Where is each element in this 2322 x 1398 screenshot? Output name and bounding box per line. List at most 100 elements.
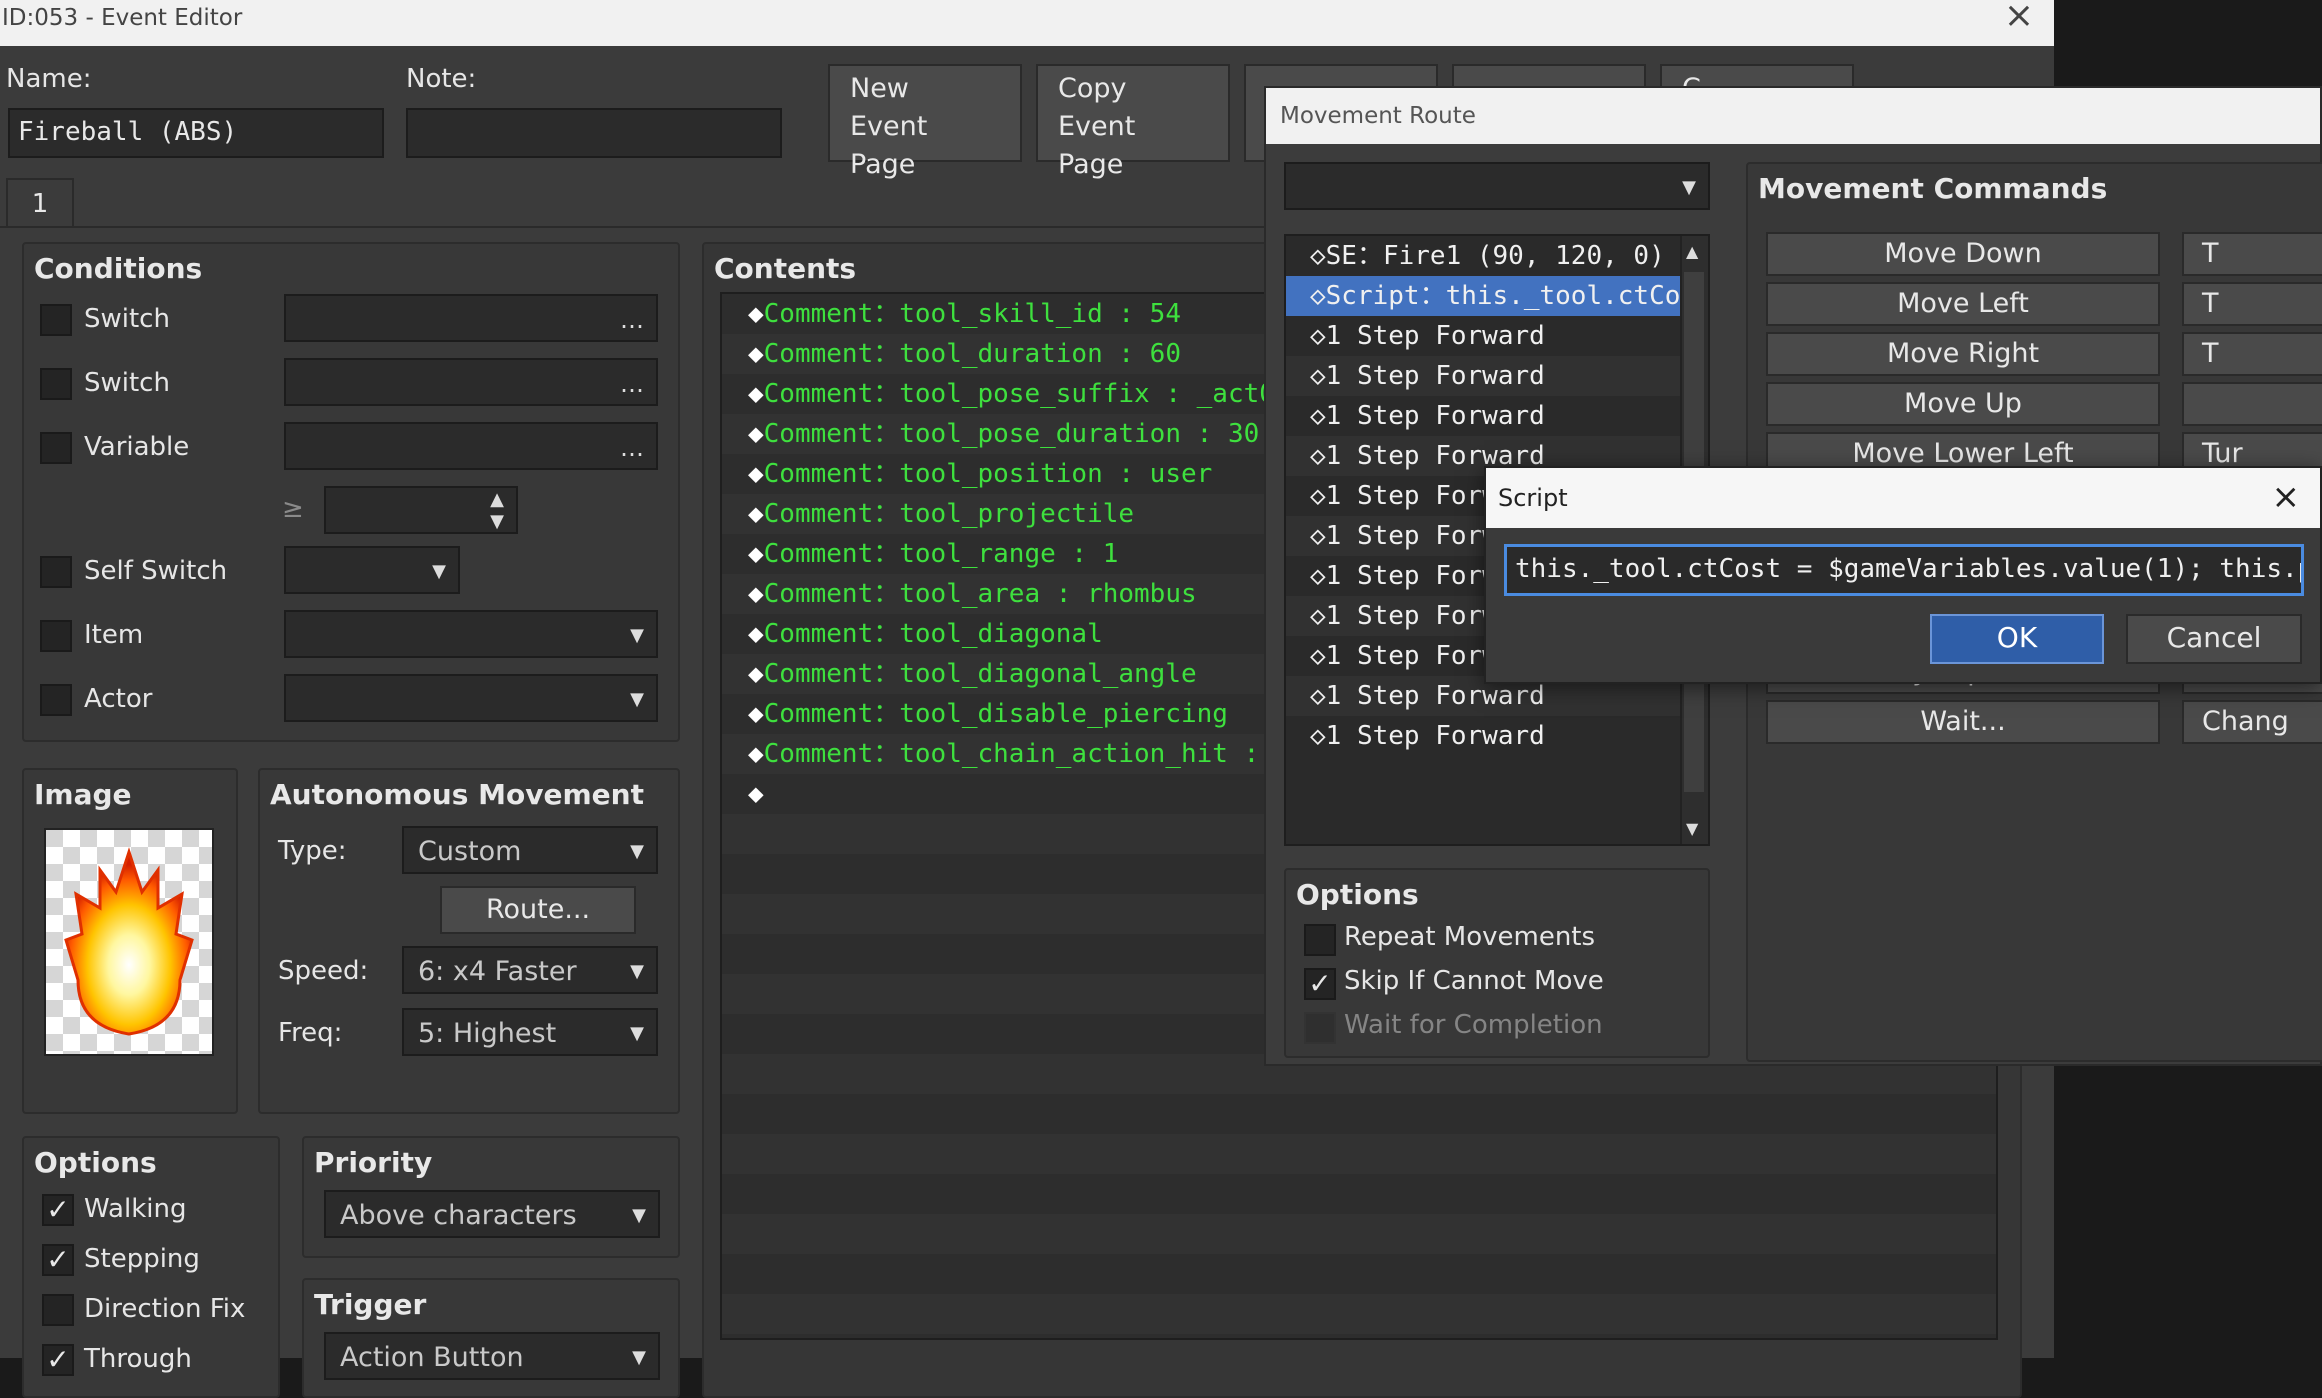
content-empty-row [722,1134,1996,1174]
repeat-movements-label: Repeat Movements [1344,922,1596,952]
actor-checkbox[interactable] [40,684,72,716]
route-command-row[interactable]: ◇1 Step Forward [1286,356,1682,396]
content-row-text: Comment：tool_area : rhombus [763,579,1197,609]
route-command-row[interactable]: ◇Script：this._tool.ctCo… [1286,276,1682,316]
diamond-icon: ◆ [748,459,764,489]
new-event-page-button[interactable]: New Event Page [828,64,1022,180]
scroll-down-icon[interactable]: ▼ [1686,819,1698,838]
switch2-label: Switch [84,368,170,398]
command-button-right[interactable]: T [2182,232,2322,276]
event-image[interactable] [44,828,214,1056]
route-command-row[interactable]: ◇1 Step Forward [1286,716,1682,756]
direction-fix-checkbox[interactable] [42,1294,74,1326]
copy-event-page-button[interactable]: Copy Event Page [1036,64,1230,180]
switch1-checkbox[interactable] [40,304,72,336]
freq-value: 5: Highest [418,1018,557,1049]
diamond-icon: ◆ [748,419,764,449]
scroll-up-icon[interactable]: ▲ [1686,242,1698,261]
command-button-right[interactable] [2182,382,2322,426]
skip-if-cannot-move-checkbox[interactable]: ✓ [1304,968,1336,1000]
wait-for-completion-checkbox[interactable] [1304,1012,1336,1044]
ok-button[interactable]: OK [1930,614,2104,664]
route-command-row[interactable]: ◇1 Step Forward [1286,316,1682,356]
script-input[interactable]: this._tool.ctCost = $gameVariables.value… [1504,544,2304,596]
cancel-button[interactable]: Cancel [2126,614,2302,664]
copy-page-label-2: Event Page [1058,111,1136,180]
autonomous-movement-panel: Autonomous Movement Type: Custom ▼ Route.… [258,768,680,1114]
item-checkbox[interactable] [40,620,72,652]
through-checkbox[interactable]: ✓ [42,1344,74,1376]
command-button[interactable]: Wait... [1766,700,2160,744]
content-row-text: Comment：tool_disable_piercing [763,699,1228,729]
image-title: Image [34,778,132,811]
conditions-title: Conditions [34,252,203,285]
variable-label: Variable [84,432,190,462]
diamond-icon: ◆ [748,579,764,609]
command-button[interactable]: Move Right [1766,332,2160,376]
note-label: Note: [406,64,477,94]
close-icon[interactable]: × [1996,0,2042,36]
command-button-right[interactable]: Chang [2182,700,2322,744]
switch1-label: Switch [84,304,170,334]
diamond-icon: ◆ [748,779,764,809]
priority-select[interactable]: Above characters ▼ [324,1190,660,1238]
priority-panel: Priority Above characters ▼ [302,1136,680,1258]
chevron-down-icon: ▼ [1682,177,1696,198]
content-row-text: Comment：tool_projectile [763,499,1135,529]
image-panel: Image [22,768,238,1114]
variable-checkbox[interactable] [40,432,72,464]
route-command-row[interactable]: ◇1 Step Forward [1286,396,1682,436]
content-row-text: Comment：tool_duration : 60 [763,339,1181,369]
fireball-icon [64,847,194,1036]
diamond-icon: ◆ [748,739,764,769]
content-row-text: Comment：tool_skill_id : 54 [763,299,1181,329]
diamond-icon: ◆ [748,499,764,529]
route-target-select[interactable]: ▼ [1284,162,1710,210]
diamond-icon: ◆ [748,659,764,689]
name-field[interactable]: Fireball (ABS) [8,108,384,158]
switch1-selector[interactable]: … [284,294,658,342]
content-empty-row [722,1294,1996,1334]
freq-select[interactable]: 5: Highest ▼ [402,1008,658,1056]
switch2-checkbox[interactable] [40,368,72,400]
variable-selector[interactable]: … [284,422,658,470]
switch2-selector[interactable]: … [284,358,658,406]
chevron-down-icon: ▼ [630,1023,644,1044]
command-button[interactable]: Move Up [1766,382,2160,426]
chevron-down-icon: ▼ [630,689,644,710]
ellipsis-icon: … [620,370,644,398]
actor-select[interactable]: ▼ [284,674,658,722]
item-select[interactable]: ▼ [284,610,658,658]
command-button-right[interactable]: T [2182,282,2322,326]
content-empty-row [722,1254,1996,1294]
command-button[interactable]: Move Down [1766,232,2160,276]
close-icon[interactable]: × [2272,468,2301,526]
self-switch-checkbox[interactable] [40,556,72,588]
type-select[interactable]: Custom ▼ [402,826,658,874]
route-options-title: Options [1296,878,1419,911]
variable-value-spinner[interactable]: ▲ ▼ [324,486,518,534]
command-button-right[interactable]: T [2182,332,2322,376]
command-button[interactable]: Move Left [1766,282,2160,326]
speed-label: Speed: [278,956,369,986]
chevron-down-icon: ▼ [632,1347,646,1368]
note-field[interactable] [406,108,782,158]
wait-for-completion-label: Wait for Completion [1344,1010,1603,1040]
self-switch-select[interactable]: ▼ [284,546,460,594]
item-label: Item [84,620,144,650]
tab-page-1[interactable]: 1 [6,178,74,228]
stepping-checkbox[interactable]: ✓ [42,1244,74,1276]
spinner-down-icon[interactable]: ▼ [490,498,504,546]
window-title: ID:053 - Event Editor [2,5,243,31]
walking-checkbox[interactable]: ✓ [42,1194,74,1226]
route-command-row[interactable]: ◇SE：Fire1 (90, 120, 0) [1286,236,1682,276]
speed-select[interactable]: 6: x4 Faster ▼ [402,946,658,994]
repeat-movements-checkbox[interactable] [1304,924,1336,956]
diamond-icon: ◆ [748,539,764,569]
type-label: Type: [278,836,347,866]
route-button[interactable]: Route... [440,886,636,934]
diamond-icon: ◆ [748,619,764,649]
trigger-select[interactable]: Action Button ▼ [324,1332,660,1380]
priority-value: Above characters [340,1200,577,1231]
content-empty-row [722,1174,1996,1214]
